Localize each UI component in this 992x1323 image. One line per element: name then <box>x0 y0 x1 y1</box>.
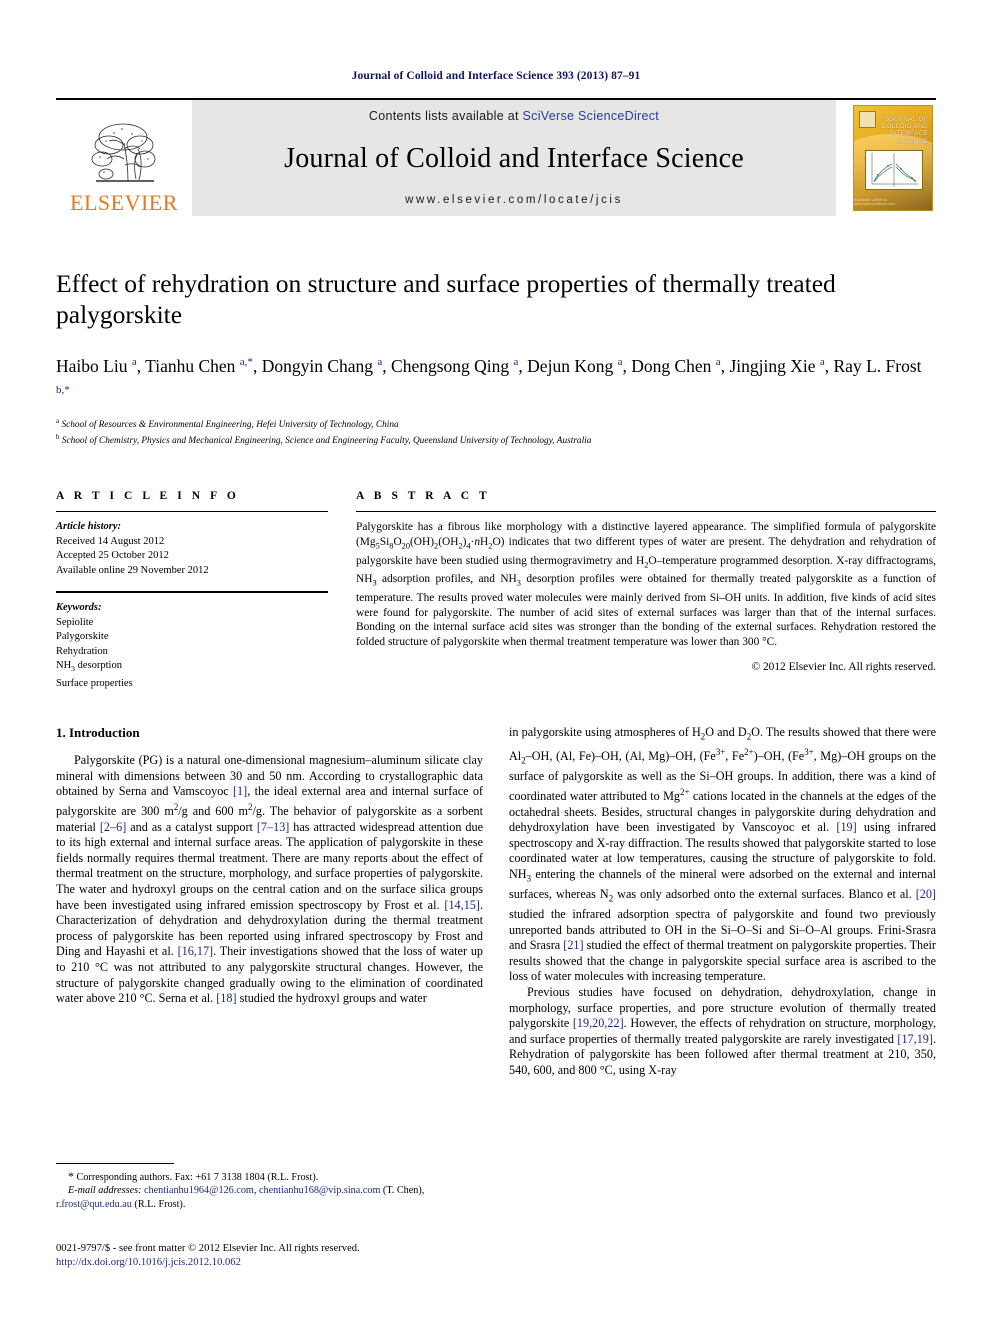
imprint-front-matter: 0021-9797/$ - see front matter © 2012 El… <box>56 1243 360 1254</box>
elsevier-tree-icon <box>91 123 156 182</box>
journal-title: Journal of Colloid and Interface Science <box>284 142 744 174</box>
page-title: Effect of rehydration on structure and s… <box>56 269 836 329</box>
journal-url[interactable]: www.elsevier.com/locate/jcis <box>405 194 623 206</box>
elsevier-logo: ELSEVIER <box>56 100 192 216</box>
article-history-label: Article history: <box>56 521 122 533</box>
cover-artwork: JOURNAL OF COLLOID AND INTERFACE SCIENCE Av… <box>853 105 933 211</box>
article-info-column: A R T I C L E I N F O Article history: R… <box>56 490 328 691</box>
body-column-right: in palygorskite using atmospheres of H2O… <box>509 725 936 1195</box>
running-head: Journal of Colloid and Interface Science… <box>351 70 641 82</box>
journal-cover-thumbnail: JOURNAL OF COLLOID AND INTERFACE SCIENCE Av… <box>850 100 936 216</box>
info-abstract-region: A R T I C L E I N F O Article history: R… <box>56 490 936 691</box>
affiliation-a: a School of Resources & Environmental En… <box>56 415 936 432</box>
affiliation-b-text: School of Chemistry, Physics and Mechani… <box>61 436 592 447</box>
footnote-rule <box>56 1163 174 1164</box>
journal-masthead: ELSEVIER Contents lists available at Sci… <box>56 98 936 216</box>
affiliation-b-marker: b <box>56 433 60 442</box>
affiliation-a-text: School of Resources & Environmental Engi… <box>61 419 399 430</box>
sciencedirect-link[interactable]: SciVerse ScienceDirect <box>523 109 660 123</box>
title-block: Effect of rehydration on structure and s… <box>56 268 936 448</box>
contents-available-line: Contents lists available at SciVerse Sci… <box>369 109 659 123</box>
keywords-label: Keywords: <box>56 602 102 614</box>
abstract-text: Palygorskite has a fibrous like morpholo… <box>356 521 936 649</box>
keyword-item: NH3 desorption <box>56 660 122 674</box>
history-received: Received 14 August 2012 <box>56 535 165 547</box>
body-column-left: 1. Introduction Palygorskite (PG) is a n… <box>56 725 483 1195</box>
cover-footer-text: Available online at www.sciencedirect.co… <box>854 198 896 206</box>
footnotes: * Corresponding authors. Fax: +61 7 3138… <box>56 1163 483 1211</box>
article-info-heading: A R T I C L E I N F O <box>56 490 240 503</box>
keyword-item: Palygorskite <box>56 631 109 643</box>
cover-chart-thumbnail <box>865 150 923 190</box>
abstract-heading: A B S T R A C T <box>356 490 491 503</box>
section-heading-introduction: 1. Introduction <box>56 725 140 741</box>
abstract-rule <box>356 511 936 513</box>
keyword-item: Rehydration <box>56 645 108 657</box>
intro-paragraph-left: Palygorskite (PG) is a natural one-dimen… <box>56 753 484 1006</box>
affiliation-b: b School of Chemistry, Physics and Mecha… <box>56 431 936 448</box>
imprint-block: 0021-9797/$ - see front matter © 2012 El… <box>56 1242 556 1270</box>
info-rule-mid <box>56 591 328 594</box>
elsevier-wordmark: ELSEVIER <box>70 190 178 215</box>
affiliation-a-marker: a <box>56 416 60 425</box>
cover-title-text: JOURNAL OF COLLOID AND INTERFACE SCIENCE <box>881 116 928 145</box>
contents-prefix: Contents lists available at <box>368 109 523 123</box>
body-columns: 1. Introduction Palygorskite (PG) is a n… <box>56 725 936 1195</box>
copyright-line: © 2012 Elsevier Inc. All rights reserved… <box>751 660 936 673</box>
author-list: Haibo Liu a, Tianhu Chen a,*, Dongyin Ch… <box>56 355 922 396</box>
cover-elsevier-icon <box>859 111 876 128</box>
email-addresses-note: E-mail addresses: chentianhu1964@126.com… <box>56 1185 425 1210</box>
corresponding-author-note: * Corresponding authors. Fax: +61 7 3138… <box>68 1169 319 1183</box>
cover-chart-svg <box>871 153 918 187</box>
intro-paragraph-right-1: in palygorskite using atmospheres of H2O… <box>509 725 937 984</box>
keyword-item: Sepiolite <box>56 616 94 628</box>
keyword-item: Surface properties <box>56 677 133 689</box>
affiliations: a School of Resources & Environmental En… <box>56 415 936 448</box>
masthead-center: Contents lists available at SciVerse Sci… <box>192 100 836 216</box>
info-rule-top <box>56 511 328 513</box>
abstract-column: A B S T R A C T Palygorskite has a fibro… <box>356 490 936 691</box>
history-accepted: Accepted 25 October 2012 <box>56 550 169 562</box>
history-online: Available online 29 November 2012 <box>56 564 209 576</box>
doi-link[interactable]: http://dx.doi.org/10.1016/j.jcis.2012.10… <box>56 1256 556 1270</box>
article-page: Journal of Colloid and Interface Science… <box>0 0 992 1323</box>
intro-paragraph-right-2: Previous studies have focused on dehydra… <box>509 984 937 1077</box>
